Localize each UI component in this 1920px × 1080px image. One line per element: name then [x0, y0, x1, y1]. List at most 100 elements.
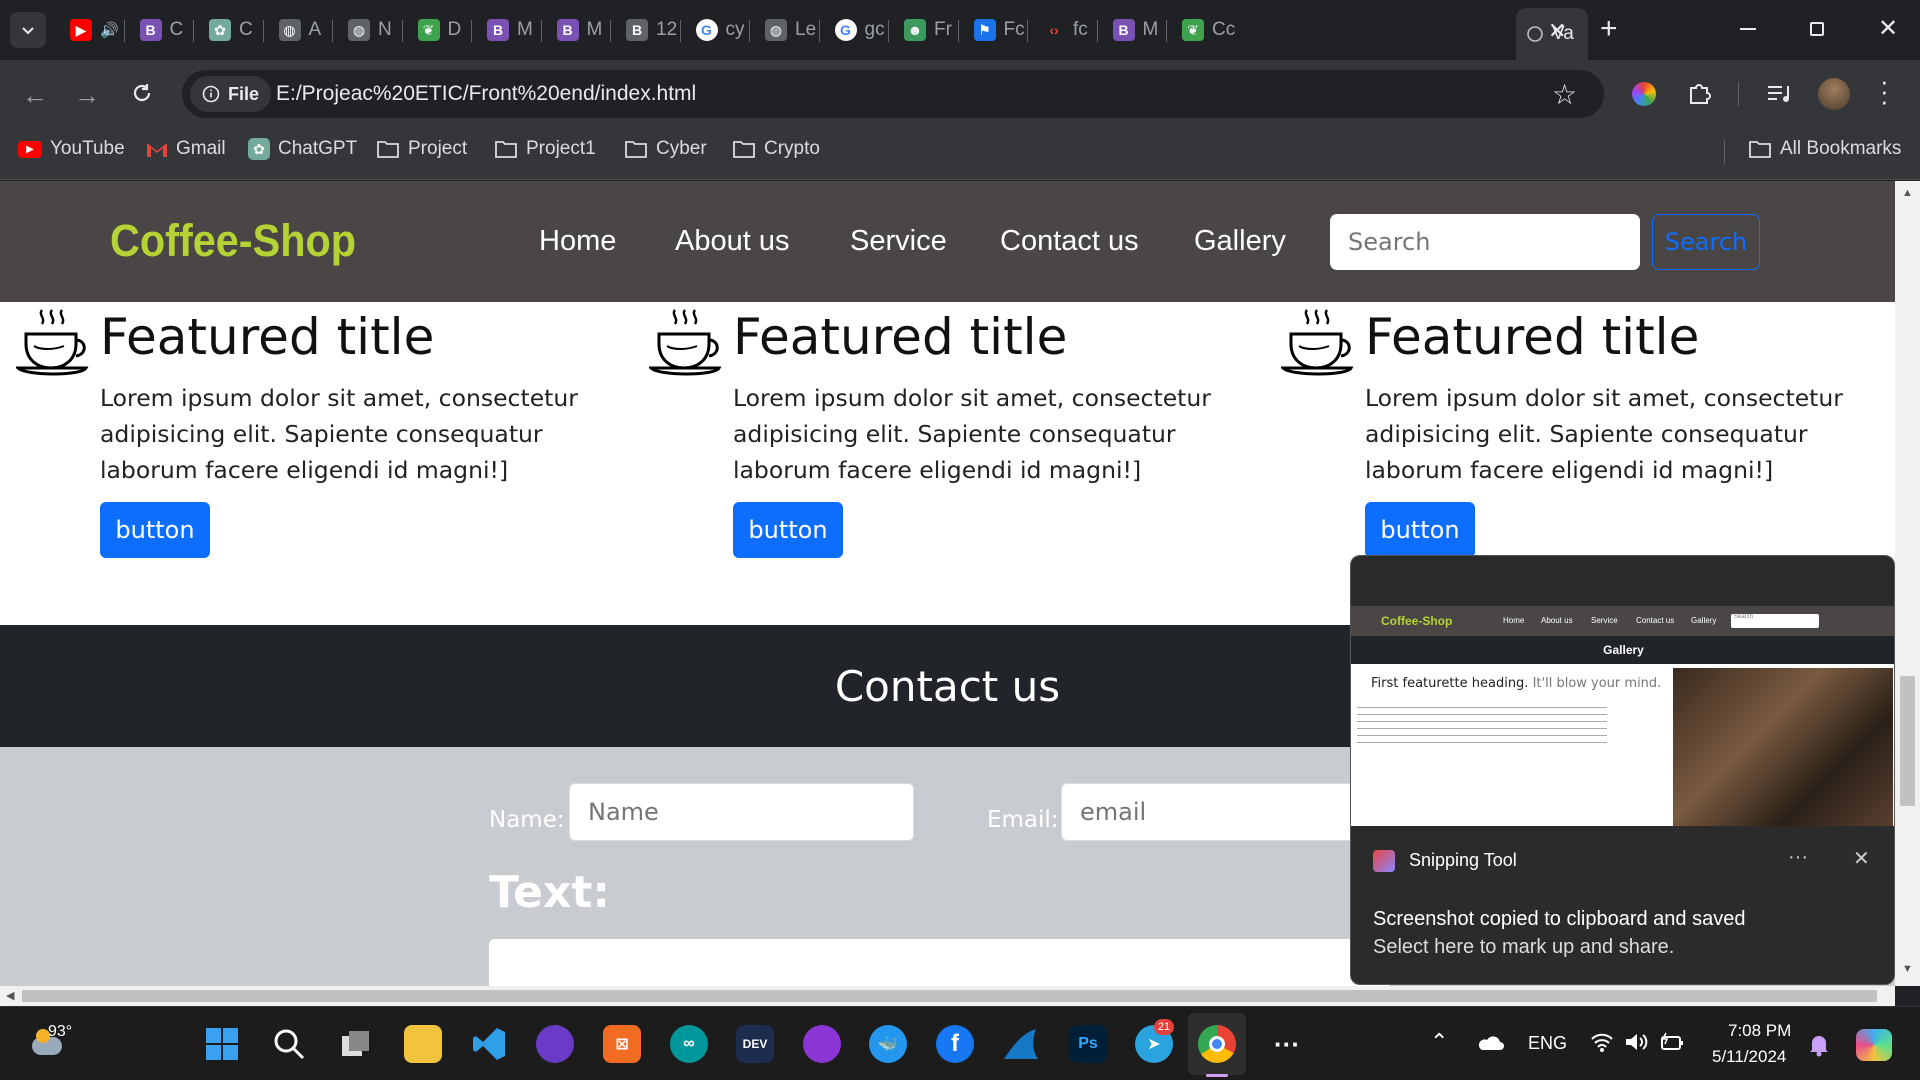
- devcpp-icon[interactable]: DEV: [736, 1025, 774, 1063]
- nav-about-us[interactable]: About us: [675, 225, 789, 258]
- feature-button[interactable]: button: [733, 502, 843, 558]
- media-playlist-icon[interactable]: [1766, 82, 1792, 106]
- bookmark-folder-cyber[interactable]: Cyber: [624, 138, 707, 160]
- scroll-down-arrow[interactable]: ▼: [1902, 963, 1913, 975]
- nav-service[interactable]: Service: [850, 225, 947, 258]
- nav-home[interactable]: Home: [539, 225, 616, 258]
- minimize-button[interactable]: [1740, 28, 1756, 30]
- bookmark-gmail[interactable]: Gmail: [146, 138, 226, 160]
- feature-button[interactable]: button: [100, 502, 210, 558]
- nav-gallery[interactable]: Gallery: [1194, 225, 1286, 258]
- arduino-icon[interactable]: ∞: [670, 1025, 708, 1063]
- tab[interactable]: ◍ A: [265, 12, 321, 48]
- tab[interactable]: ⚑ Fc: [960, 12, 1025, 48]
- bookmark-youtube[interactable]: ▶ YouTube: [18, 138, 125, 160]
- clock-time[interactable]: 7:08 PM: [1728, 1021, 1791, 1041]
- back-button[interactable]: ←: [22, 80, 48, 111]
- tab-search-button[interactable]: [10, 12, 46, 48]
- feature-button[interactable]: button: [1365, 502, 1475, 558]
- tab[interactable]: ◍ Le: [751, 12, 816, 48]
- tab[interactable]: BM: [1099, 12, 1158, 48]
- onedrive-icon[interactable]: [1476, 1033, 1504, 1051]
- battery-charging-icon[interactable]: [1660, 1031, 1686, 1053]
- bookmark-folder-project[interactable]: Project: [376, 138, 467, 160]
- scroll-up-arrow[interactable]: ▲: [1902, 187, 1913, 199]
- folder-icon: [625, 141, 647, 158]
- tab[interactable]: ❦ D: [404, 12, 461, 48]
- close-window-button[interactable]: ✕: [1878, 14, 1898, 43]
- volume-icon[interactable]: [1624, 1031, 1648, 1053]
- tab[interactable]: Gcy: [682, 12, 745, 48]
- extensions-puzzle-icon[interactable]: [1686, 80, 1712, 106]
- task-view-button[interactable]: [337, 1025, 375, 1063]
- masked-app-icon[interactable]: [803, 1025, 841, 1063]
- restore-button[interactable]: [1810, 22, 1824, 36]
- color-extension-icon[interactable]: [1632, 82, 1656, 106]
- tab[interactable]: BM: [543, 12, 602, 48]
- vscode-icon[interactable]: [470, 1025, 508, 1063]
- notification-close-icon[interactable]: ✕: [1853, 846, 1870, 871]
- browser-menu-icon[interactable]: · · ·: [1880, 68, 1889, 114]
- tab[interactable]: BM: [473, 12, 533, 48]
- xampp-icon[interactable]: ⊠: [603, 1025, 641, 1063]
- screenshot-thumbnail[interactable]: Coffee-Shop Home About us Service Contac…: [1351, 556, 1894, 826]
- tab[interactable]: ‹› fc: [1029, 12, 1088, 48]
- scroll-left-arrow[interactable]: ◀: [6, 989, 14, 1002]
- leaf-icon: ❦: [417, 19, 440, 41]
- bookmark-chatgpt[interactable]: ✿ ChatGPT: [248, 138, 357, 160]
- docker-icon[interactable]: 🐳: [869, 1025, 907, 1063]
- wireshark-icon[interactable]: [1002, 1025, 1040, 1063]
- tor-browser-icon[interactable]: [536, 1025, 574, 1063]
- tab[interactable]: ❦ Cc: [1168, 12, 1235, 48]
- facebook-icon[interactable]: f: [936, 1025, 974, 1063]
- tab[interactable]: ◍ N: [334, 12, 392, 48]
- copilot-icon[interactable]: [1856, 1029, 1892, 1061]
- url-text[interactable]: E:/Projeac%20ETIC/Front%20end/index.html: [276, 82, 696, 106]
- profile-avatar[interactable]: [1818, 78, 1850, 110]
- tab[interactable]: B 12: [612, 12, 677, 48]
- notification-bell-icon[interactable]: [1808, 1033, 1830, 1057]
- tab[interactable]: ☻ Fr: [890, 12, 952, 48]
- vertical-scrollbar[interactable]: ▲ ▼: [1895, 181, 1920, 986]
- bookmark-folder-project1[interactable]: Project1: [494, 138, 596, 160]
- weather-widget[interactable]: 93°: [28, 1023, 78, 1065]
- address-bar[interactable]: File E:/Projeac%20ETIC/Front%20end/index…: [182, 70, 1604, 118]
- notification-more-button[interactable]: ···: [1788, 846, 1808, 869]
- more-apps-icon[interactable]: ···: [1268, 1025, 1306, 1063]
- close-tab-icon[interactable]: ✕: [1548, 18, 1566, 44]
- start-button[interactable]: [203, 1025, 241, 1063]
- tab[interactable]: ✿ C: [195, 12, 253, 48]
- name-input[interactable]: [569, 783, 914, 841]
- tab[interactable]: BC: [126, 12, 183, 48]
- file-explorer-icon[interactable]: [404, 1025, 442, 1063]
- forward-button[interactable]: →: [74, 80, 100, 111]
- tray-overflow-icon[interactable]: ⌃: [1430, 1029, 1448, 1055]
- bookmark-folder-crypto[interactable]: Crypto: [732, 138, 820, 160]
- site-search-button[interactable]: Search: [1652, 214, 1760, 270]
- all-bookmarks-button[interactable]: All Bookmarks: [1748, 138, 1901, 160]
- audio-playing-icon[interactable]: 🔊: [100, 21, 119, 39]
- chrome-icon[interactable]: [1198, 1025, 1236, 1063]
- tab[interactable]: ▶ 🔊: [56, 12, 127, 48]
- bookmark-label: Project1: [526, 138, 596, 159]
- message-textarea[interactable]: [489, 939, 1389, 986]
- site-info-chip[interactable]: File: [190, 76, 272, 112]
- tab[interactable]: Ggc: [821, 12, 885, 48]
- snipping-tool-notification[interactable]: Coffee-Shop Home About us Service Contac…: [1350, 555, 1895, 985]
- tab-label: N: [378, 19, 392, 40]
- nav-contact-us[interactable]: Contact us: [1000, 225, 1139, 258]
- site-search-input[interactable]: [1330, 214, 1640, 270]
- clock-date[interactable]: 5/11/2024: [1712, 1047, 1786, 1067]
- reload-icon[interactable]: [130, 81, 154, 105]
- wifi-icon[interactable]: [1590, 1031, 1614, 1053]
- horizontal-scrollbar[interactable]: ◀: [0, 986, 1895, 1006]
- language-indicator[interactable]: ENG: [1528, 1033, 1567, 1054]
- photoshop-icon[interactable]: Ps: [1069, 1025, 1107, 1063]
- h-scrollbar-thumb[interactable]: [22, 990, 1877, 1002]
- bookmark-star-icon[interactable]: ☆: [1552, 78, 1577, 111]
- folder-icon: [495, 141, 517, 158]
- search-taskbar-button[interactable]: [270, 1025, 308, 1063]
- scrollbar-thumb[interactable]: [1900, 676, 1915, 806]
- site-brand[interactable]: Coffee-Shop: [110, 215, 356, 267]
- new-tab-button[interactable]: +: [1600, 12, 1618, 46]
